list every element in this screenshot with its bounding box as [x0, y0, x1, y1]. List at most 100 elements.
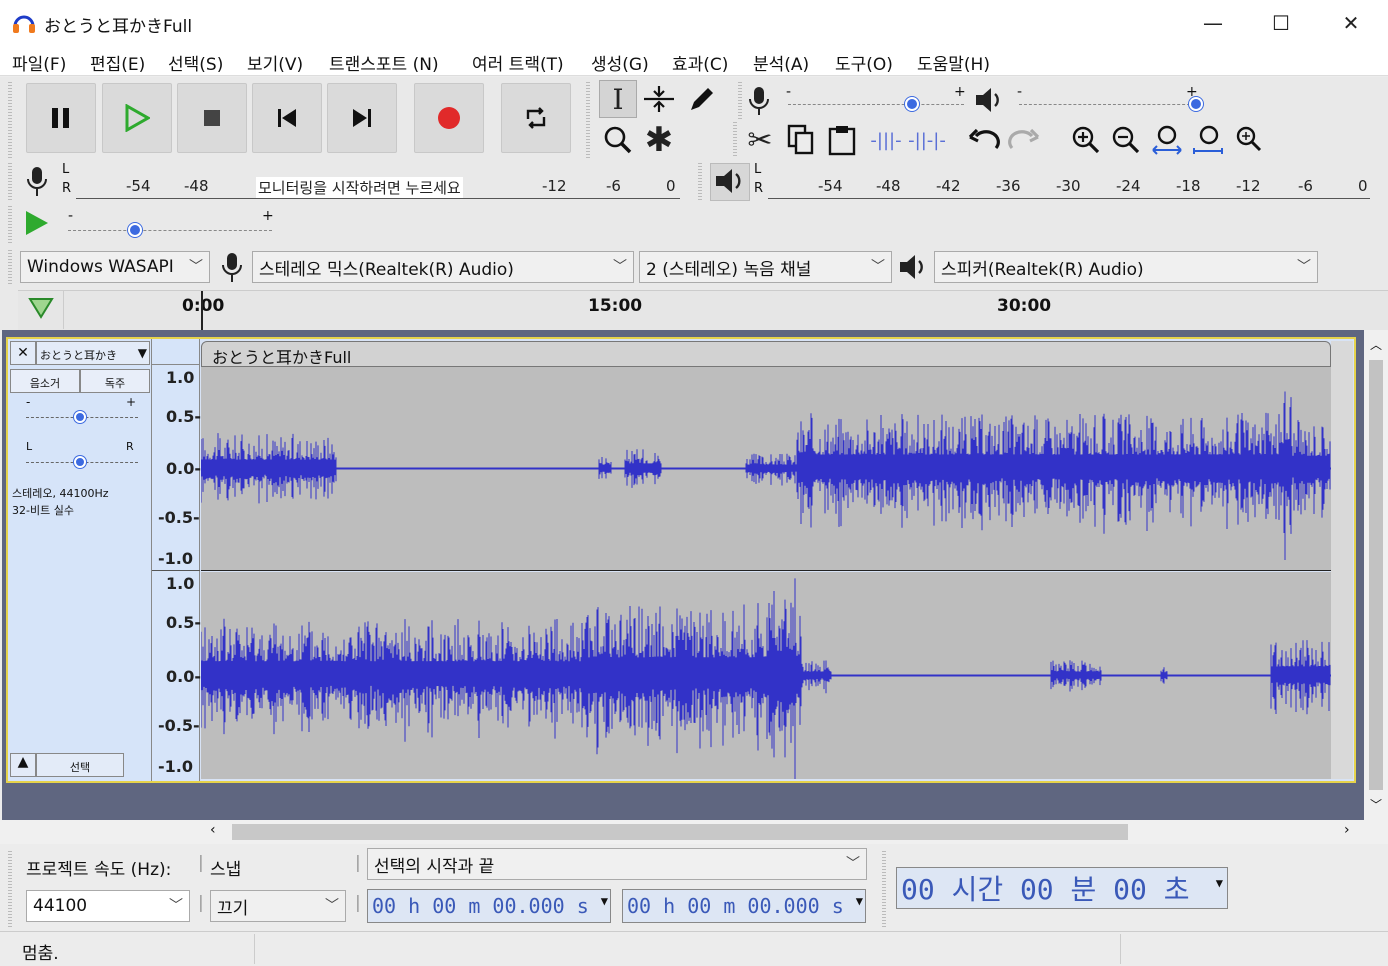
skip-to-start-button[interactable] — [252, 83, 322, 153]
audio-position[interactable]: 00 시간 00 분 00 초 ▼ — [896, 867, 1228, 909]
scroll-down-icon[interactable]: ﹀ — [1370, 796, 1382, 813]
scale-label: 0.5- — [166, 613, 201, 632]
track-name-menu[interactable]: おとうと耳かき ▼ — [36, 341, 150, 365]
selection-end-time[interactable]: 00 h 00 m 00.000 s ▼ — [622, 889, 866, 923]
redo-button[interactable] — [1005, 121, 1043, 159]
loop-button[interactable] — [501, 83, 571, 153]
timeline-ruler[interactable]: 0:00 15:00 30:00 — [18, 290, 1388, 331]
copy-button[interactable] — [782, 121, 820, 159]
zoom-tool[interactable] — [599, 121, 637, 159]
menu-tracks[interactable]: 여러 트랙(T) — [472, 50, 564, 75]
toolbar-grip[interactable] — [698, 163, 702, 201]
record-meter-microphone-icon[interactable] — [25, 166, 49, 198]
menu-effect[interactable]: 효과(C) — [672, 50, 728, 75]
dropdown-arrow-icon: ▼ — [855, 894, 863, 908]
zoom-in-button[interactable] — [1067, 121, 1105, 159]
toolbar-grip[interactable] — [738, 82, 742, 120]
recording-channels-select[interactable]: 2 (스테레오) 녹음 채널 ﹀ — [639, 251, 892, 283]
scroll-left-icon[interactable]: ‹ — [210, 822, 216, 838]
track-control-panel[interactable]: ✕ おとうと耳かき ▼ 음소거 독주 - + L R 스테레오, 44100Hz … — [8, 339, 152, 781]
track-close-button[interactable]: ✕ — [10, 341, 36, 365]
paste-button[interactable] — [823, 121, 861, 159]
record-button[interactable] — [414, 83, 484, 153]
select-track-button[interactable]: 선택 — [36, 753, 124, 777]
status-text: 멈춤. — [22, 944, 59, 964]
recording-meter[interactable]: -54 -48 모니터링을 시작하려면 누르세요 -12 -6 0 — [76, 165, 680, 199]
vertical-ruler[interactable]: 1.0 0.5- 0.0- -0.5- -1.0 1.0 0.5- 0.0- -… — [152, 339, 201, 781]
scrollbar-thumb[interactable] — [1369, 360, 1383, 790]
undo-button[interactable] — [965, 121, 1003, 159]
snap-select[interactable]: 끄기 ﹀ — [210, 890, 346, 922]
menu-transport[interactable]: 트랜스포트 (N) — [329, 50, 439, 75]
playback-meter[interactable]: -54 -48 -42 -36 -30 -24 -18 -12 -6 0 — [768, 165, 1370, 199]
chevron-down-icon: ﹀ — [871, 259, 885, 275]
waveform-right-channel[interactable] — [200, 572, 1331, 792]
menu-tools[interactable]: 도구(O) — [835, 50, 893, 75]
toolbar-grip[interactable] — [882, 851, 886, 927]
menu-edit[interactable]: 편집(E) — [90, 50, 145, 75]
playback-volume-slider[interactable] — [1189, 97, 1203, 111]
scroll-right-icon[interactable]: › — [1344, 822, 1350, 838]
recording-device-select[interactable]: 스테레오 믹스(Realtek(R) Audio) ﹀ — [252, 251, 634, 283]
close-window-button[interactable]: ✕ — [1316, 0, 1386, 46]
clip-header[interactable]: おとうと耳かきFull — [201, 341, 1331, 367]
trim-audio-button[interactable]: -|||- — [867, 121, 905, 159]
playback-device-select[interactable]: 스피커(Realtek(R) Audio) ﹀ — [934, 251, 1318, 283]
playback-speed-slider[interactable] — [128, 223, 142, 237]
toolbar-grip[interactable] — [8, 250, 12, 286]
play-button[interactable] — [102, 83, 172, 153]
waveform-left-channel[interactable] — [200, 367, 1331, 570]
meter-left-label: L — [62, 162, 70, 177]
toolbar-grip[interactable] — [586, 82, 590, 158]
meter-tick: -6 — [606, 177, 621, 195]
toolbar-grip[interactable] — [8, 851, 12, 927]
project-rate-select[interactable]: 44100 ﹀ — [26, 890, 190, 922]
audio-host-value: Windows WASAPI — [27, 257, 174, 277]
menu-file[interactable]: 파일(F) — [12, 50, 66, 75]
pan-slider[interactable] — [74, 456, 86, 468]
minimize-button[interactable]: — — [1178, 0, 1248, 46]
meter-right-label: R — [754, 181, 764, 196]
mute-button[interactable]: 음소거 — [10, 369, 80, 393]
envelope-tool[interactable] — [640, 80, 678, 118]
toolbar-grip[interactable] — [8, 163, 12, 201]
fit-selection-button[interactable] — [1148, 121, 1186, 159]
play-head-pin-icon[interactable] — [28, 297, 54, 321]
cut-button[interactable]: ✂ — [741, 121, 779, 159]
menu-generate[interactable]: 생성(G) — [591, 50, 649, 75]
selection-tool[interactable]: I — [599, 80, 637, 118]
collapse-track-button[interactable]: ▲ — [10, 753, 36, 777]
playback-meter-button[interactable] — [710, 163, 750, 201]
zoom-toggle-button[interactable] — [1229, 121, 1267, 159]
draw-tool[interactable] — [682, 80, 720, 118]
window-title: おとうと耳かきFull — [44, 17, 193, 37]
solo-button[interactable]: 독주 — [80, 369, 150, 393]
toolbar-grip[interactable] — [8, 206, 12, 244]
scroll-up-icon[interactable]: ︿ — [1370, 336, 1382, 353]
separator: | — [355, 853, 361, 873]
menu-select[interactable]: 선택(S) — [168, 50, 223, 75]
menu-help[interactable]: 도움말(H) — [917, 50, 990, 75]
multi-tool[interactable]: ✱ — [640, 120, 678, 160]
horizontal-scrollbar[interactable]: ‹ › — [0, 820, 1388, 844]
toolbar-grip[interactable] — [8, 82, 12, 158]
menu-analyze[interactable]: 분석(A) — [753, 50, 809, 75]
scrollbar-thumb[interactable] — [232, 824, 1128, 840]
fit-project-button[interactable] — [1189, 121, 1227, 159]
selection-start-time[interactable]: 00 h 00 m 00.000 s ▼ — [367, 889, 611, 923]
menu-view[interactable]: 보기(V) — [247, 50, 303, 75]
maximize-button[interactable]: ☐ — [1246, 0, 1316, 46]
selection-mode-select[interactable]: 선택의 시작과 끝 ﹀ — [367, 848, 867, 880]
silence-audio-button[interactable]: -||-|- — [908, 121, 946, 159]
pause-button[interactable] — [26, 83, 96, 153]
skip-to-end-button[interactable] — [327, 83, 397, 153]
selection-toolbar: 프로젝트 속도 (Hz): | 스냅 44100 ﹀ | 끄기 ﹀ | 선택의 시작… — [0, 845, 1388, 931]
gain-slider[interactable] — [74, 411, 86, 423]
audio-host-select[interactable]: Windows WASAPI ﹀ — [20, 251, 210, 283]
toolbar-grip[interactable] — [733, 122, 737, 158]
zoom-out-button[interactable] — [1107, 121, 1145, 159]
record-volume-slider[interactable] — [905, 97, 919, 111]
vertical-scrollbar[interactable]: ︿ ﹀ — [1364, 330, 1388, 820]
play-at-speed-button[interactable] — [22, 208, 56, 242]
stop-button[interactable] — [177, 83, 247, 153]
